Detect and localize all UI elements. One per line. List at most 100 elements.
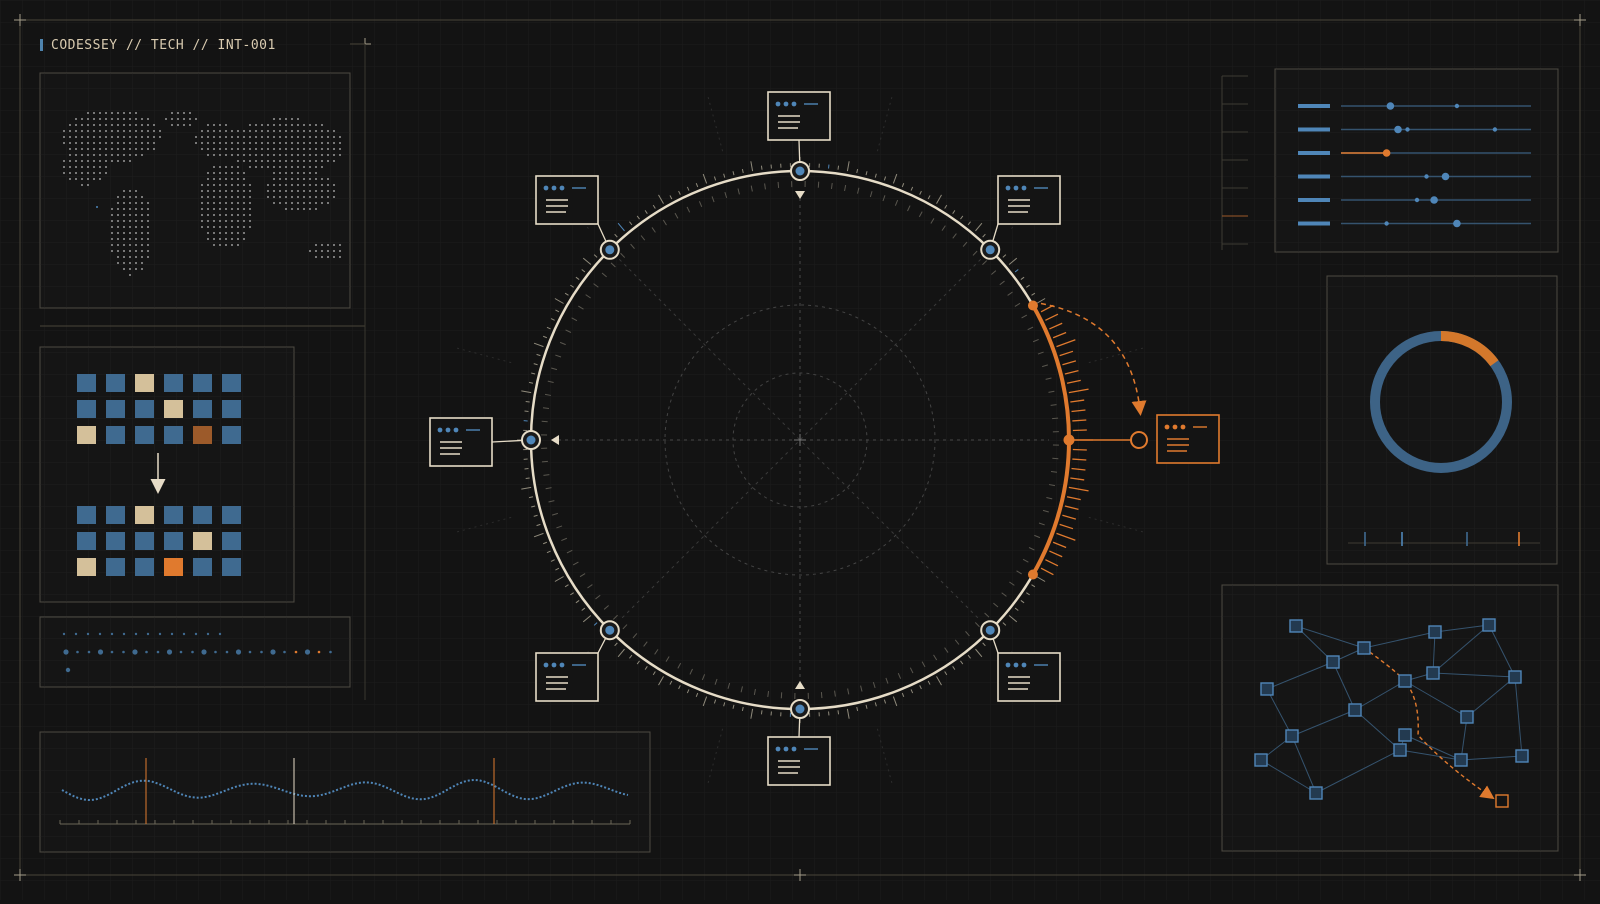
map-dot (243, 142, 245, 144)
map-dot (231, 208, 233, 210)
graph-node (1429, 626, 1441, 638)
map-dot (123, 232, 125, 234)
map-dot (117, 118, 119, 120)
map-dot (309, 184, 311, 186)
map-dot (219, 184, 221, 186)
map-dot (141, 136, 143, 138)
map-dot (291, 154, 293, 156)
map-dot (201, 202, 203, 204)
waveform-panel (40, 732, 650, 852)
sequence-dot (236, 649, 241, 654)
card-dot (552, 186, 557, 191)
map-dot (261, 142, 263, 144)
map-dot (135, 238, 137, 240)
map-dot (123, 154, 125, 156)
sequence-dot (132, 649, 137, 654)
map-dot (147, 130, 149, 132)
grid-cell-blue (164, 506, 183, 524)
sequence-dot (270, 649, 275, 654)
map-dot (207, 172, 209, 174)
sequence-dot (219, 633, 221, 635)
title-marker (40, 39, 43, 51)
map-dot (315, 202, 317, 204)
map-dot (159, 136, 161, 138)
map-dot (99, 112, 101, 114)
map-dot (279, 118, 281, 120)
ring-node (791, 162, 809, 180)
grid-cell-blue (222, 532, 241, 550)
ring-node-card (768, 92, 830, 140)
map-dot (93, 136, 95, 138)
map-dot (123, 214, 125, 216)
map-dot (267, 136, 269, 138)
grid-cell-blue (135, 558, 154, 576)
sequence-dot (76, 651, 79, 654)
map-dot (237, 214, 239, 216)
node-core (986, 626, 995, 635)
map-dot (225, 184, 227, 186)
card-dot (1014, 663, 1019, 668)
graph-node (1455, 754, 1467, 766)
map-dot (243, 238, 245, 240)
map-dot (321, 136, 323, 138)
map-dot (141, 130, 143, 132)
map-dot (183, 118, 185, 120)
map-dot (87, 118, 89, 120)
map-dot (195, 136, 197, 138)
card-dot (792, 747, 797, 752)
card-dot (776, 747, 781, 752)
map-dot (273, 130, 275, 132)
map-dot (237, 220, 239, 222)
map-dot (69, 136, 71, 138)
map-dot (291, 142, 293, 144)
ring-node (601, 241, 619, 259)
sequence-dot (98, 649, 103, 654)
grid-cell-blue (193, 506, 212, 524)
map-dot (231, 166, 233, 168)
map-dot (123, 118, 125, 120)
map-dot (279, 184, 281, 186)
map-dot (309, 130, 311, 132)
map-dot (339, 256, 341, 258)
map-dot (291, 166, 293, 168)
map-dot (255, 136, 257, 138)
map-dot (207, 124, 209, 126)
map-dot (111, 244, 113, 246)
sequence-dot (99, 633, 101, 635)
map-dot (279, 154, 281, 156)
grid-cell-blue (77, 400, 96, 418)
map-dot (267, 142, 269, 144)
map-dot (99, 178, 101, 180)
map-dot (129, 250, 131, 252)
grid-cell-blue (222, 426, 241, 444)
map-dot (309, 154, 311, 156)
map-dot (315, 124, 317, 126)
inner-tick (821, 692, 822, 698)
map-dot (225, 190, 227, 192)
map-dot (249, 184, 251, 186)
map-marker (96, 206, 98, 208)
map-dot (153, 136, 155, 138)
map-dot (129, 226, 131, 228)
map-dot (303, 148, 305, 150)
map-dot (297, 130, 299, 132)
map-dot (111, 208, 113, 210)
map-dot (237, 154, 239, 156)
ring-tick (761, 166, 762, 170)
sequence-dot (195, 633, 197, 635)
map-dot (141, 220, 143, 222)
map-dot (93, 118, 95, 120)
page-title: CODESSEY // TECH // INT-001 (51, 38, 276, 53)
sequence-dot (305, 649, 310, 654)
map-dot (129, 202, 131, 204)
map-dot (303, 136, 305, 138)
map-dot (93, 172, 95, 174)
map-dot (153, 142, 155, 144)
map-dot (303, 172, 305, 174)
sequence-dot (171, 633, 173, 635)
map-dot (327, 250, 329, 252)
map-dot (117, 238, 119, 240)
map-dot (249, 154, 251, 156)
map-dot (99, 118, 101, 120)
map-dot (321, 124, 323, 126)
